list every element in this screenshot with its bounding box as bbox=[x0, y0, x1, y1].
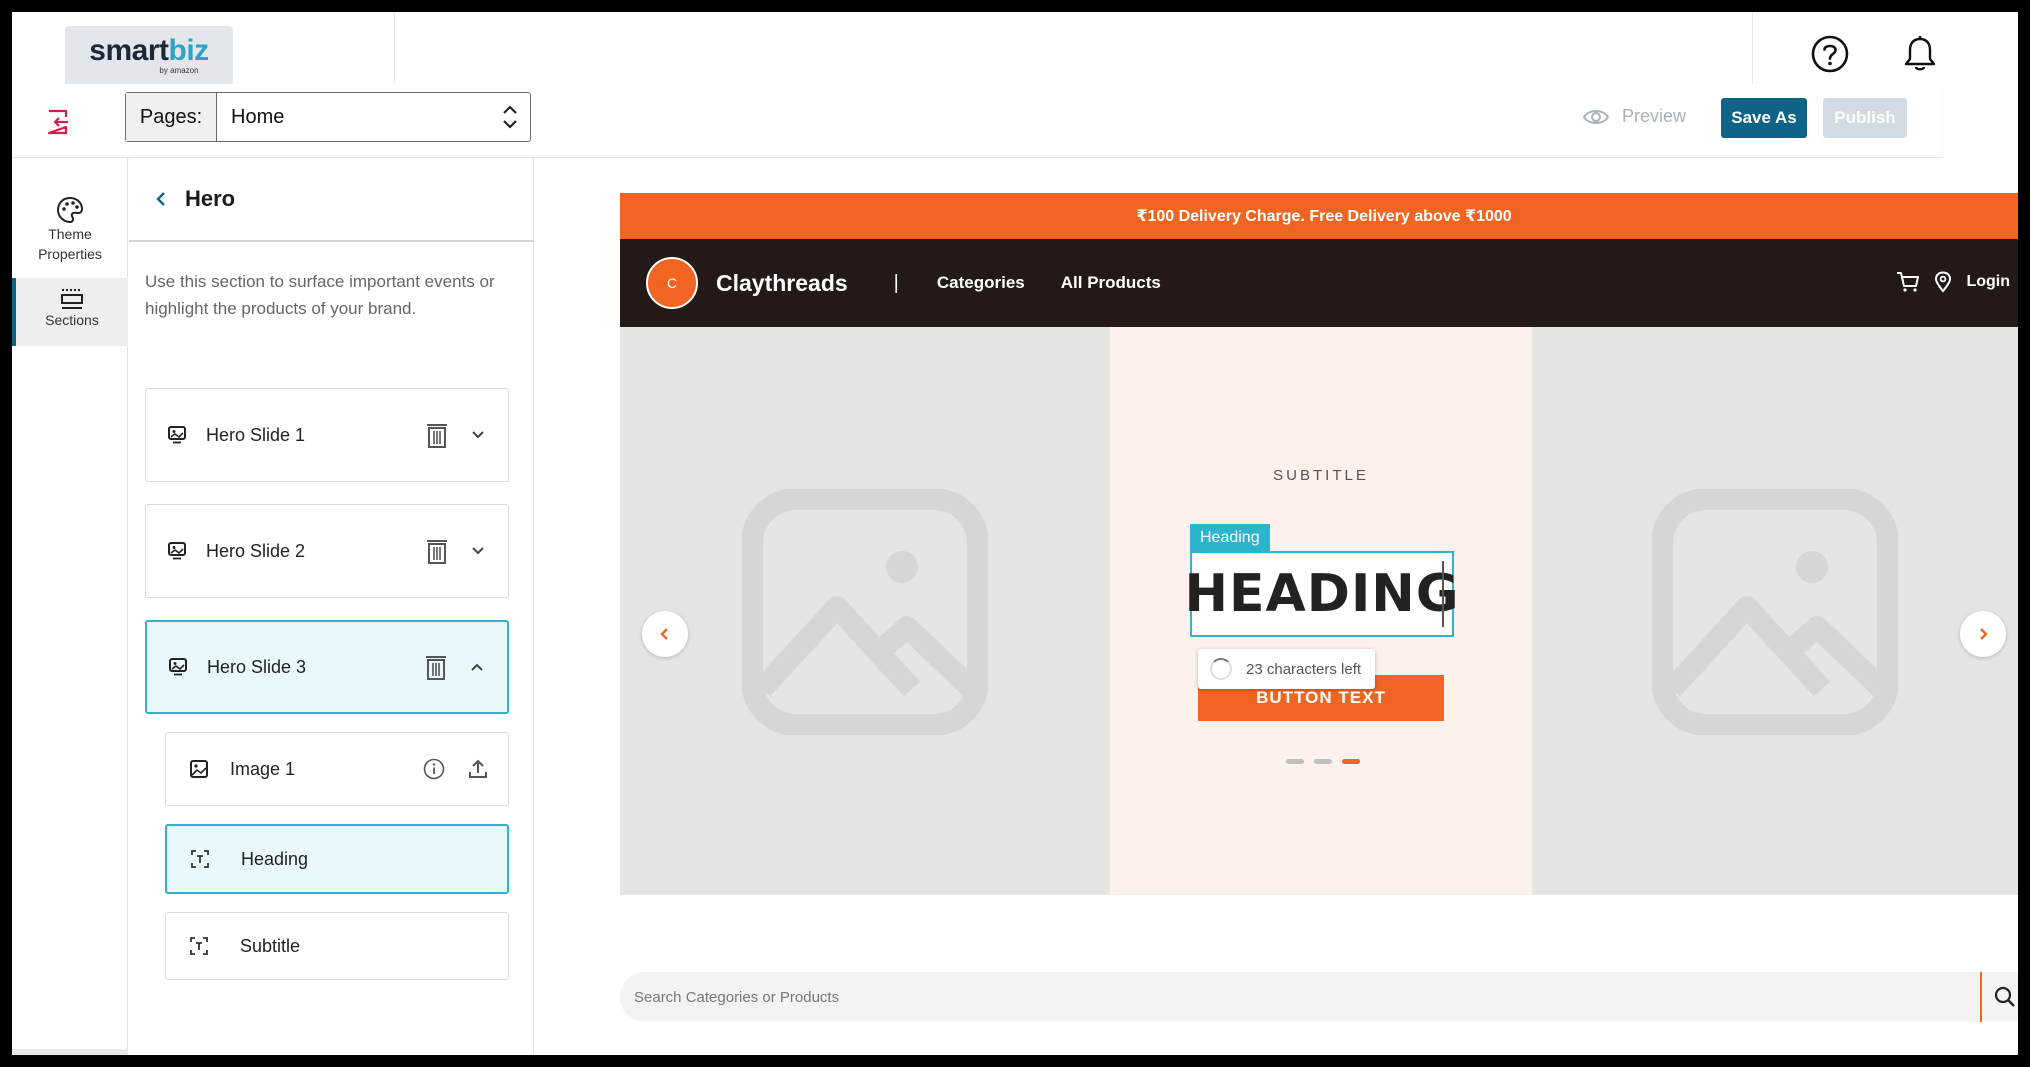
image-slides-icon bbox=[169, 658, 187, 676]
panel-title: Hero bbox=[185, 186, 236, 211]
hero-subtitle[interactable]: SUBTITLE bbox=[1110, 467, 1532, 484]
hero-slide-label: Hero Slide 1 bbox=[206, 424, 306, 445]
logo-main: smart bbox=[89, 33, 169, 67]
nav-link-categories[interactable]: Categories bbox=[937, 273, 1025, 293]
preview-label: Preview bbox=[1622, 106, 1687, 126]
nav-separator: | bbox=[893, 271, 899, 294]
hero-heading-editor[interactable]: HEADING bbox=[1185, 551, 1459, 637]
carousel-prev-button[interactable] bbox=[642, 611, 688, 657]
characters-left-text: 23 characters left bbox=[1246, 660, 1362, 678]
hero-slide-label: Hero Slide 3 bbox=[207, 656, 307, 677]
image-slides-icon bbox=[168, 542, 186, 560]
sections-icon bbox=[61, 289, 83, 309]
search-icon bbox=[1994, 986, 2015, 1007]
nav-link-all-products[interactable]: All Products bbox=[1061, 273, 1161, 293]
search-input[interactable] bbox=[620, 972, 1980, 1022]
image-icon bbox=[190, 760, 208, 778]
divider bbox=[394, 12, 395, 84]
logo-accent: biz bbox=[168, 33, 210, 67]
carousel-dot[interactable] bbox=[1314, 759, 1332, 764]
palette-icon bbox=[56, 196, 84, 224]
text-focus-icon bbox=[191, 850, 209, 868]
carousel-dot-active[interactable] bbox=[1342, 759, 1360, 764]
divider bbox=[1752, 12, 1753, 84]
nav-actions: Login bbox=[1896, 271, 2010, 293]
editor-toolbar: Pages: Home Preview Save As Publish bbox=[12, 84, 1942, 158]
announcement-bar[interactable]: ₹100 Delivery Charge. Free Delivery abov… bbox=[620, 193, 2018, 239]
bell-icon[interactable] bbox=[1902, 34, 1938, 74]
help-icon[interactable] bbox=[1810, 34, 1850, 74]
pages-select[interactable]: Pages: Home bbox=[125, 92, 531, 142]
store-preview-canvas: ₹100 Delivery Charge. Free Delivery abov… bbox=[534, 158, 2018, 1055]
back-chevron-icon[interactable] bbox=[151, 188, 173, 210]
save-as-button[interactable]: Save As bbox=[1721, 98, 1807, 138]
app-frame: smartbiz by amazon Pages: Home Preview S… bbox=[12, 12, 2018, 1055]
logo-sub: by amazon bbox=[159, 65, 199, 75]
pages-label: Pages: bbox=[126, 93, 217, 141]
left-rail: Theme Properties Sections bbox=[12, 158, 128, 1055]
preview-button[interactable]: Preview bbox=[1582, 106, 1686, 127]
login-link[interactable]: Login bbox=[1966, 273, 2010, 291]
carousel-next-button[interactable] bbox=[1960, 611, 2006, 657]
pages-value: Home bbox=[231, 105, 285, 128]
section-panel: Hero Use this section to surface importa… bbox=[129, 158, 534, 1055]
chevron-left-icon bbox=[660, 628, 668, 640]
trash-icon[interactable] bbox=[424, 536, 450, 566]
hero-slide-card-active[interactable]: Hero Slide 3 bbox=[145, 620, 509, 714]
hero-heading: HEADING bbox=[1184, 564, 1460, 624]
publish-button[interactable]: Publish bbox=[1823, 98, 1907, 138]
location-pin-icon[interactable] bbox=[1934, 271, 1952, 293]
characters-left-tooltip: 23 characters left bbox=[1198, 649, 1376, 689]
app-logo[interactable]: smartbiz by amazon bbox=[65, 26, 233, 84]
slide-item-label: Subtitle bbox=[240, 935, 301, 956]
info-icon[interactable] bbox=[422, 757, 446, 781]
carousel-dot[interactable] bbox=[1286, 759, 1304, 764]
upload-icon[interactable] bbox=[466, 757, 490, 781]
hero-slide-card[interactable]: Hero Slide 1 bbox=[145, 388, 509, 482]
top-bar: smartbiz by amazon bbox=[12, 12, 2018, 84]
panel-header: Hero bbox=[129, 158, 534, 242]
progress-ring-icon bbox=[1210, 658, 1232, 680]
image-placeholder-icon bbox=[742, 489, 988, 735]
slide-item-subtitle[interactable]: Subtitle bbox=[165, 912, 509, 980]
text-cursor bbox=[1442, 561, 1444, 627]
rail-theme-label-1: Theme bbox=[48, 226, 92, 242]
exit-icon[interactable] bbox=[46, 109, 72, 135]
carousel-dots bbox=[1286, 759, 1360, 764]
rail-sections-label: Sections bbox=[45, 312, 99, 328]
eye-icon bbox=[1582, 109, 1610, 124]
slide-item-heading[interactable]: Heading bbox=[165, 824, 509, 894]
hero-slide-card[interactable]: Hero Slide 2 bbox=[145, 504, 509, 598]
cart-icon[interactable] bbox=[1896, 271, 1920, 293]
store-name[interactable]: Claythreads bbox=[716, 270, 848, 297]
rail-theme-label-2: Properties bbox=[38, 246, 102, 262]
rail-item-theme-properties[interactable]: Theme Properties bbox=[12, 196, 128, 264]
hero-slide-active: SUBTITLE Heading HEADING BUTTON TEXT 23 … bbox=[1110, 327, 1532, 895]
slide-item-label: Image 1 bbox=[230, 758, 296, 779]
slide-item-image[interactable]: Image 1 bbox=[165, 732, 509, 806]
chevron-down-icon[interactable] bbox=[468, 541, 488, 561]
hero-slide-label: Hero Slide 2 bbox=[206, 540, 306, 561]
store-search-bar bbox=[620, 972, 2018, 1022]
store-navbar: C Claythreads | Categories All Products … bbox=[620, 239, 2018, 327]
panel-description: Use this section to surface important ev… bbox=[145, 272, 495, 318]
rail-footer bbox=[12, 1049, 128, 1055]
chevron-right-icon bbox=[1980, 628, 1988, 640]
rail-item-sections[interactable]: Sections bbox=[12, 278, 128, 346]
image-slides-icon bbox=[168, 426, 186, 444]
trash-icon[interactable] bbox=[423, 652, 449, 682]
chevron-down-icon[interactable] bbox=[468, 425, 488, 445]
trash-icon[interactable] bbox=[424, 420, 450, 450]
search-button[interactable] bbox=[1982, 972, 2018, 1022]
updown-chevron-icon bbox=[503, 105, 517, 129]
store-logo[interactable]: C bbox=[646, 257, 698, 309]
slide-item-label: Heading bbox=[241, 848, 309, 869]
chevron-up-icon[interactable] bbox=[467, 657, 487, 677]
heading-tag: Heading bbox=[1190, 524, 1270, 551]
hero-carousel: SUBTITLE Heading HEADING BUTTON TEXT 23 … bbox=[620, 327, 2018, 895]
image-placeholder-icon bbox=[1652, 489, 1898, 735]
text-focus-icon bbox=[190, 937, 208, 955]
